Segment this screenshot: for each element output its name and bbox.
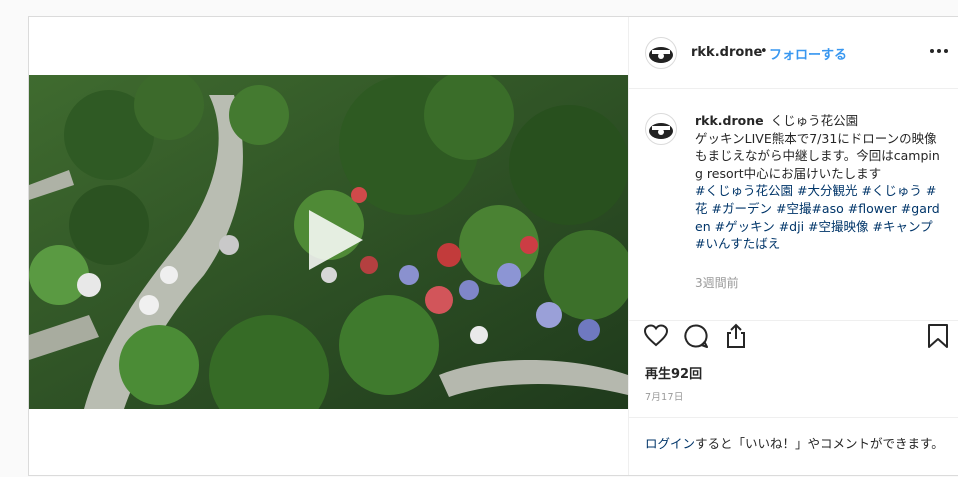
caption-location: くじゅう花公園 — [770, 113, 859, 128]
hashtag[interactable]: #flower — [848, 201, 897, 216]
caption-body: ゲッキンLIVE熊本で7/31にドローンの映像もまじえながら中継します。今回はc… — [695, 130, 940, 181]
action-bar — [629, 321, 958, 357]
caption-avatar[interactable] — [645, 113, 677, 145]
hashtag[interactable]: #キャンプ — [873, 219, 933, 234]
avatar[interactable] — [645, 37, 677, 69]
time-ago: 3週間前 — [695, 276, 739, 290]
more-options-icon[interactable] — [927, 41, 951, 61]
caption-text: rkk.drone くじゅう花公園 ゲッキンLIVE熊本で7/31にドローンの映… — [695, 112, 947, 253]
hashtag[interactable]: #aso — [811, 201, 843, 216]
post-sidebar: rkk.drone • フォローする rkk.drone くじゅう花公園 ゲッキ… — [629, 17, 958, 475]
caption-username[interactable]: rkk.drone — [695, 113, 764, 128]
hashtag[interactable]: #空撮映像 — [808, 219, 868, 234]
login-link[interactable]: ログイン — [645, 436, 695, 451]
comment-icon[interactable] — [683, 323, 709, 349]
share-icon[interactable] — [723, 323, 749, 349]
hashtag[interactable]: #ガーデン — [712, 201, 772, 216]
login-text: ログインすると「いいね！」やコメントができます。 — [645, 433, 944, 452]
play-icon — [309, 210, 363, 270]
media-column — [29, 17, 629, 475]
play-button[interactable] — [301, 207, 367, 273]
follow-button[interactable]: フォローする — [769, 44, 847, 63]
hashtag[interactable]: #くじゅう花公園 — [695, 183, 793, 198]
caption-section: rkk.drone くじゅう花公園 ゲッキンLIVE熊本で7/31にドローンの映… — [629, 89, 958, 321]
view-count[interactable]: 再生92回 — [645, 363, 702, 382]
login-prompt: ログインすると「いいね！」やコメントができます。 — [629, 417, 958, 477]
separator-dot: • — [760, 44, 768, 59]
bookmark-icon[interactable] — [925, 323, 951, 349]
drone-logo-icon — [649, 123, 673, 139]
hashtag[interactable]: #dji — [779, 219, 804, 234]
login-rest: すると「いいね！」やコメントができます。 — [695, 436, 944, 451]
post-date: 7月17日 — [645, 392, 684, 403]
header-username[interactable]: rkk.drone — [691, 45, 762, 60]
video-player[interactable] — [29, 75, 628, 409]
post-container: rkk.drone • フォローする rkk.drone くじゅう花公園 ゲッキ… — [28, 16, 958, 476]
hashtag[interactable]: #ゲッキン — [715, 219, 775, 234]
hashtag[interactable]: #大分観光 — [797, 183, 857, 198]
hashtag[interactable]: #くじゅう — [861, 183, 921, 198]
hashtag[interactable]: #空撮 — [776, 201, 811, 216]
heart-icon[interactable] — [643, 323, 669, 349]
hashtag[interactable]: #いんすたばえ — [695, 236, 780, 251]
post-header: rkk.drone • フォローする — [629, 17, 958, 89]
drone-logo-icon — [649, 47, 673, 63]
